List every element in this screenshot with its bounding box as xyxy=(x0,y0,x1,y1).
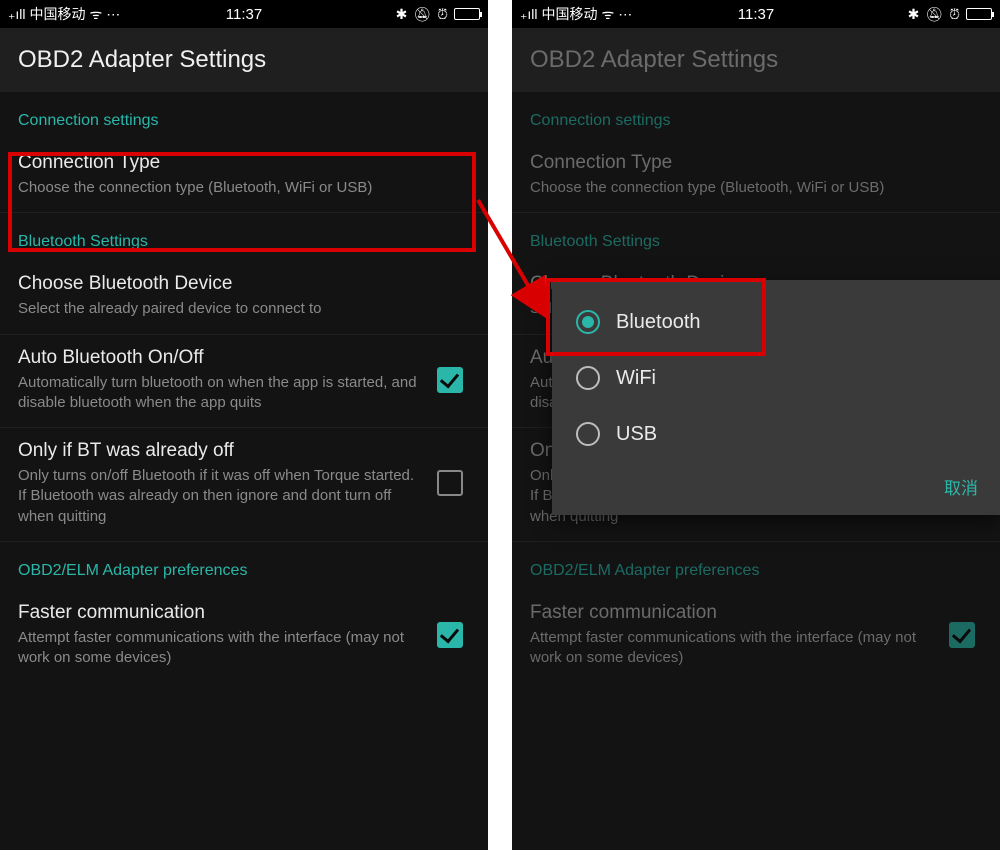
pref-connection-type[interactable]: Connection Type Choose the connection ty… xyxy=(512,140,1000,213)
radio-icon xyxy=(576,422,600,446)
radio-icon xyxy=(576,366,600,390)
alarm-icon: ⏰︎ xyxy=(949,6,960,23)
section-connection-header: Connection settings xyxy=(512,92,1000,140)
pref-title: Only if BT was already off xyxy=(18,440,420,462)
pref-auto-bluetooth[interactable]: Auto Bluetooth On/Off Automatically turn… xyxy=(0,335,488,429)
pref-title: Connection Type xyxy=(530,152,972,174)
radio-option-usb[interactable]: USB xyxy=(552,406,1000,462)
pref-title: Auto Bluetooth On/Off xyxy=(18,347,420,369)
section-connection-header: Connection settings xyxy=(0,92,488,140)
battery-icon xyxy=(966,8,992,20)
pref-only-if-off[interactable]: Only if BT was already off Only turns on… xyxy=(0,428,488,542)
annotation-highlight-right xyxy=(546,278,766,356)
pref-subtitle: Attempt faster communications with the i… xyxy=(18,628,420,669)
more-icon: ⋯ xyxy=(106,6,120,23)
checkbox-auto-bt[interactable] xyxy=(437,367,463,393)
bluetooth-icon: ✱ xyxy=(908,6,920,23)
screenshot-left: ₊ıll 中国移动 ᯤ ⋯ 11:37 ✱ 🔕︎ ⏰︎ OBD2 Adapter… xyxy=(0,0,488,850)
checkbox-faster-comm[interactable] xyxy=(437,622,463,648)
screenshot-right: ₊ıll 中国移动 ᯤ ⋯ 11:37 ✱ 🔕︎ ⏰︎ OBD2 Adapter… xyxy=(512,0,1000,850)
wifi-icon: ᯤ xyxy=(602,5,615,24)
checkbox-only-if-off[interactable] xyxy=(437,470,463,496)
annotation-highlight-left xyxy=(8,152,476,252)
alarm-icon: ⏰︎ xyxy=(437,6,448,23)
app-bar-title: OBD2 Adapter Settings xyxy=(512,28,1000,92)
mute-icon: 🔕︎ xyxy=(925,6,943,23)
signal-icon: ₊ıll xyxy=(520,6,538,23)
pref-faster-comm[interactable]: Faster communication Attempt faster comm… xyxy=(0,590,488,683)
pref-title: Faster communication xyxy=(530,602,932,624)
carrier-label: 中国移动 xyxy=(30,4,86,24)
section-bluetooth-header: Bluetooth Settings xyxy=(512,213,1000,261)
checkbox-faster-comm[interactable] xyxy=(949,622,975,648)
pref-faster-comm[interactable]: Faster communication Attempt faster comm… xyxy=(512,590,1000,683)
pref-subtitle: Choose the connection type (Bluetooth, W… xyxy=(530,178,972,198)
clock: 11:37 xyxy=(738,6,774,23)
bluetooth-icon: ✱ xyxy=(396,6,408,23)
dialog-cancel-button[interactable]: 取消 xyxy=(944,474,978,499)
carrier-label: 中国移动 xyxy=(542,4,598,24)
status-bar: ₊ıll 中国移动 ᯤ ⋯ 11:37 ✱ 🔕︎ ⏰︎ xyxy=(512,0,1000,28)
mute-icon: 🔕︎ xyxy=(413,6,431,23)
pref-choose-device[interactable]: Choose Bluetooth Device Select the alrea… xyxy=(0,261,488,334)
pref-subtitle: Automatically turn bluetooth on when the… xyxy=(18,373,420,414)
wifi-icon: ᯤ xyxy=(90,5,103,24)
radio-label: USB xyxy=(616,423,657,446)
pref-title: Choose Bluetooth Device xyxy=(18,273,460,295)
battery-icon xyxy=(454,8,480,20)
section-obd-header: OBD2/ELM Adapter preferences xyxy=(512,542,1000,590)
pref-subtitle: Attempt faster communications with the i… xyxy=(530,628,932,669)
section-obd-header: OBD2/ELM Adapter preferences xyxy=(0,542,488,590)
pref-title: Faster communication xyxy=(18,602,420,624)
signal-icon: ₊ıll xyxy=(8,6,26,23)
status-bar: ₊ıll 中国移动 ᯤ ⋯ 11:37 ✱ 🔕︎ ⏰︎ xyxy=(0,0,488,28)
pref-subtitle: Select the already paired device to conn… xyxy=(18,299,460,319)
radio-option-wifi[interactable]: WiFi xyxy=(552,350,1000,406)
clock: 11:37 xyxy=(226,6,262,23)
pref-subtitle: Only turns on/off Bluetooth if it was of… xyxy=(18,466,420,527)
radio-label: WiFi xyxy=(616,367,656,390)
app-bar-title: OBD2 Adapter Settings xyxy=(0,28,488,92)
more-icon: ⋯ xyxy=(618,6,632,23)
